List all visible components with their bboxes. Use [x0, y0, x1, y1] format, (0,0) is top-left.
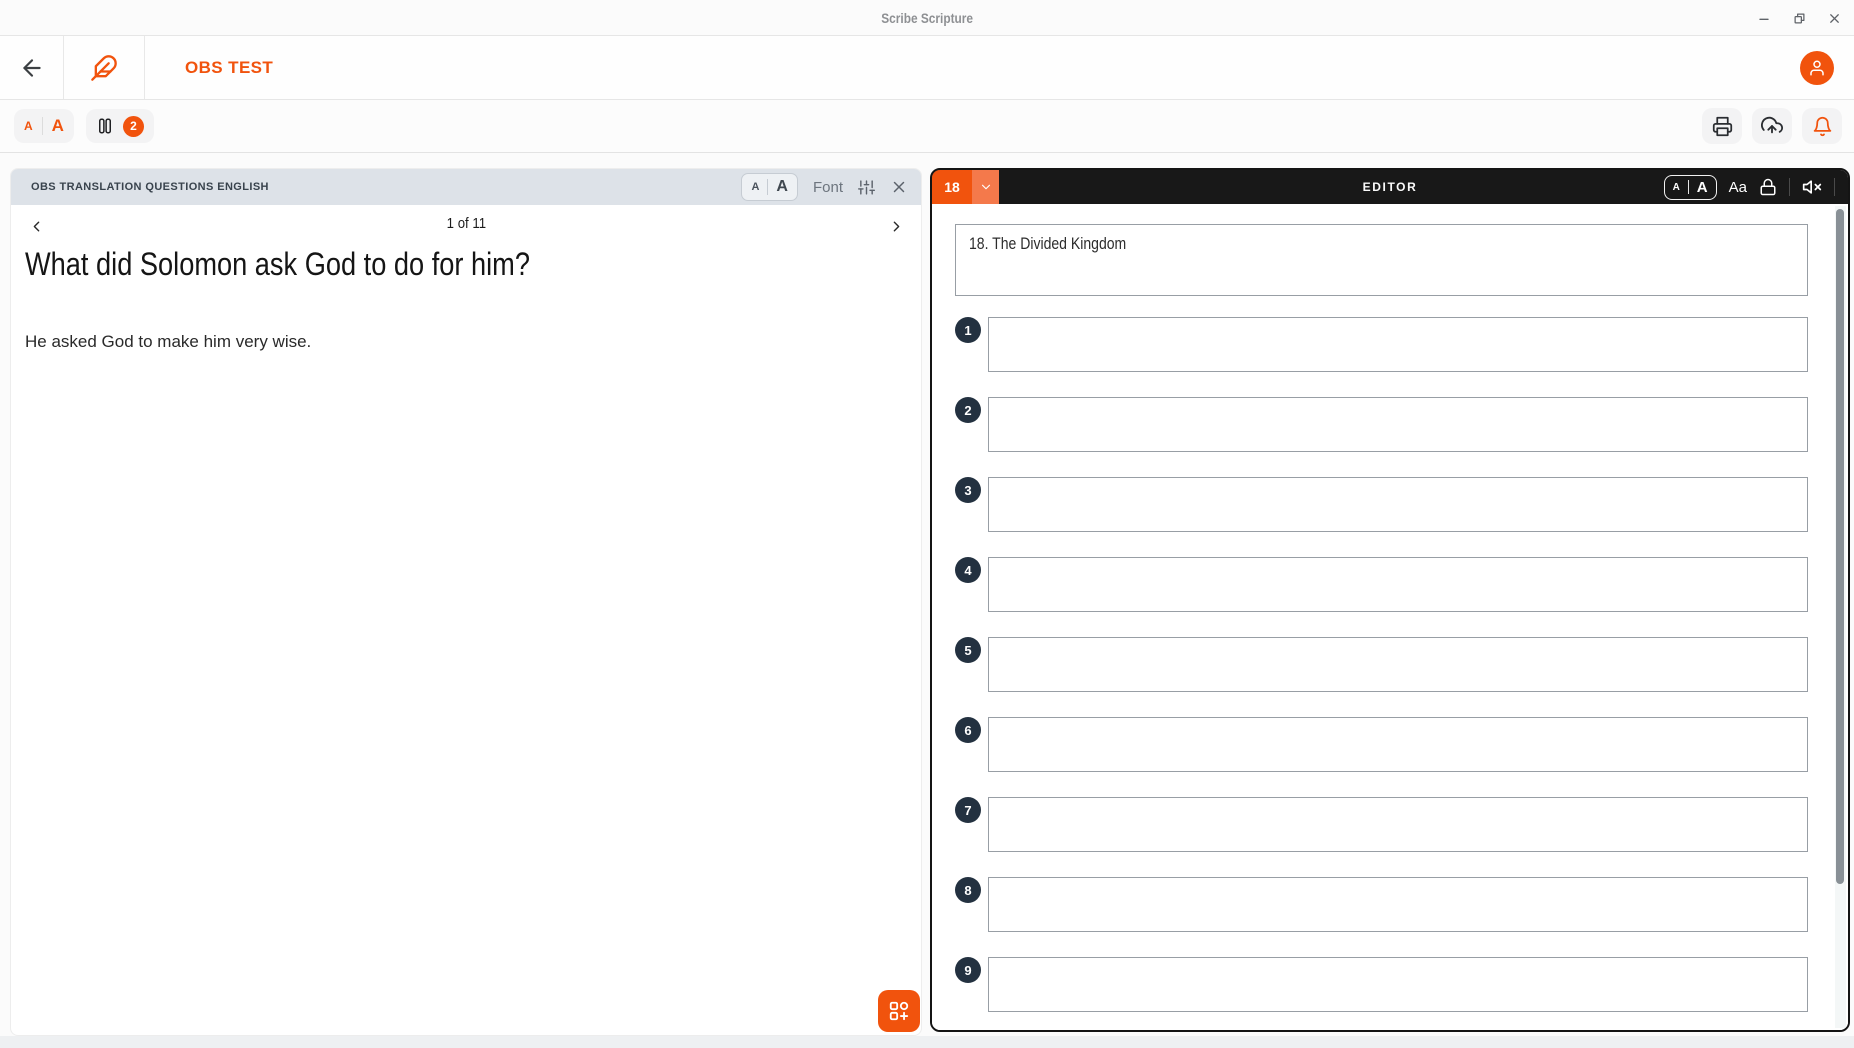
verse-text-field[interactable]: [988, 637, 1808, 692]
resource-font-decrease-button[interactable]: A: [751, 181, 759, 193]
group-divider: [42, 117, 43, 135]
verse-number-badge: 4: [955, 557, 981, 583]
restore-button[interactable]: [1787, 6, 1811, 30]
editor-header-controls: A A Aa: [1664, 170, 1848, 204]
verse-text-field[interactable]: [988, 877, 1808, 932]
notifications-button[interactable]: [1802, 108, 1842, 144]
quill-feather-icon: [90, 54, 118, 82]
editor-font-style-button[interactable]: Aa: [1729, 179, 1747, 196]
verse-row: 8: [955, 877, 1808, 932]
close-window-button[interactable]: [1822, 6, 1846, 30]
account-avatar[interactable]: [1800, 51, 1834, 85]
verse-row: 9: [955, 957, 1808, 1012]
verse-number-badge: 6: [955, 717, 981, 743]
close-icon: [1827, 11, 1842, 26]
editor-scrollbar-thumb[interactable]: [1836, 209, 1844, 884]
app-window: Scribe Scripture OBS TEST: [0, 0, 1854, 1048]
resource-navigation: 1 of 11: [11, 213, 921, 243]
verse-text-field[interactable]: [988, 797, 1808, 852]
verse-number-badge: 8: [955, 877, 981, 903]
resource-panel-header: OBS TRANSLATION QUESTIONS ENGLISH A A Fo…: [11, 169, 921, 205]
printer-icon: [1712, 116, 1733, 137]
back-button[interactable]: [0, 36, 63, 99]
controls-divider: [1789, 178, 1790, 196]
resource-panel-controls: A A Font: [741, 173, 908, 201]
editor-panel: EDITOR 18 A A Aa 18. The D: [930, 168, 1850, 1032]
resource-font-menu[interactable]: Font: [813, 179, 843, 196]
app-logo: [64, 36, 144, 99]
verse-row: 2: [955, 397, 1808, 452]
verse-text-field[interactable]: [988, 317, 1808, 372]
story-title-field[interactable]: 18. The Divided Kingdom: [955, 224, 1808, 296]
pagination-label: 1 of 11: [11, 215, 921, 232]
close-panel-icon[interactable]: [890, 178, 908, 196]
bottom-strip: [0, 1036, 1854, 1048]
editor-header: EDITOR 18 A A Aa: [932, 170, 1848, 204]
verse-number-badge: 1: [955, 317, 981, 343]
verse-row: 1: [955, 317, 1808, 372]
font-decrease-button[interactable]: A: [24, 119, 33, 133]
font-increase-button[interactable]: A: [52, 116, 64, 136]
question-text: What did Solomon ask God to do for him?: [25, 247, 907, 282]
project-title: OBS TEST: [145, 58, 273, 78]
editor-font-size-group: A A: [1664, 175, 1717, 200]
app-header: OBS TEST: [0, 36, 1854, 100]
group-divider: [1688, 180, 1689, 194]
main-toolbar: A A 2: [0, 100, 1854, 153]
verse-row: 4: [955, 557, 1808, 612]
editor-font-decrease-button[interactable]: A: [1673, 182, 1680, 193]
resource-font-increase-button[interactable]: A: [776, 178, 788, 196]
arrow-left-icon: [19, 55, 45, 81]
answer-text: He asked God to make him very wise.: [25, 332, 907, 352]
os-titlebar: Scribe Scripture: [0, 0, 1854, 36]
editor-font-increase-button[interactable]: A: [1697, 179, 1708, 196]
verse-row: 5: [955, 637, 1808, 692]
verse-text-field[interactable]: [988, 477, 1808, 532]
resource-panel-title: OBS TRANSLATION QUESTIONS ENGLISH: [31, 181, 269, 193]
volume-muted-icon[interactable]: [1802, 177, 1822, 197]
editor-scrollbar-track: [1835, 206, 1846, 1028]
editor-content: 18. The Divided Kingdom 1 2 3 4 5 6 7 8 …: [932, 204, 1848, 1030]
cloud-sync-button[interactable]: [1752, 108, 1792, 144]
controls-divider: [1834, 178, 1835, 196]
print-button[interactable]: [1702, 108, 1742, 144]
resource-panel: OBS TRANSLATION QUESTIONS ENGLISH A A Fo…: [10, 168, 922, 1036]
columns-icon: [96, 117, 114, 135]
font-size-group: A A: [14, 109, 74, 143]
group-divider: [767, 179, 768, 195]
chevron-right-icon: [888, 218, 905, 235]
grid-plus-icon: [888, 1000, 910, 1022]
add-resource-button[interactable]: [878, 990, 920, 1032]
verse-rows: 1 2 3 4 5 6 7 8 9: [955, 317, 1808, 1012]
window-controls: [1752, 0, 1846, 36]
verse-row: 6: [955, 717, 1808, 772]
verse-number-badge: 9: [955, 957, 981, 983]
bell-icon: [1812, 116, 1833, 137]
verse-number-badge: 2: [955, 397, 981, 423]
window-title: Scribe Scripture: [0, 0, 1854, 36]
layout-count-badge: 2: [123, 116, 144, 137]
verse-row: 7: [955, 797, 1808, 852]
verse-row: 3: [955, 477, 1808, 532]
minimize-button[interactable]: [1752, 6, 1776, 30]
verse-number-badge: 5: [955, 637, 981, 663]
verse-text-field[interactable]: [988, 957, 1808, 1012]
lock-icon[interactable]: [1759, 178, 1777, 196]
next-question-button[interactable]: [883, 213, 909, 239]
minimize-icon: [1756, 10, 1772, 26]
verse-number-badge: 7: [955, 797, 981, 823]
toolbar-right-group: [1702, 108, 1842, 144]
verse-number-badge: 3: [955, 477, 981, 503]
user-icon: [1808, 59, 1826, 77]
cloud-upload-icon: [1761, 115, 1783, 137]
resource-font-size-group: A A: [741, 173, 798, 201]
verse-text-field[interactable]: [988, 557, 1808, 612]
sliders-icon[interactable]: [858, 179, 875, 196]
layout-switcher[interactable]: 2: [86, 109, 154, 143]
restore-window-icon: [1792, 11, 1807, 26]
verse-text-field[interactable]: [988, 717, 1808, 772]
verse-text-field[interactable]: [988, 397, 1808, 452]
